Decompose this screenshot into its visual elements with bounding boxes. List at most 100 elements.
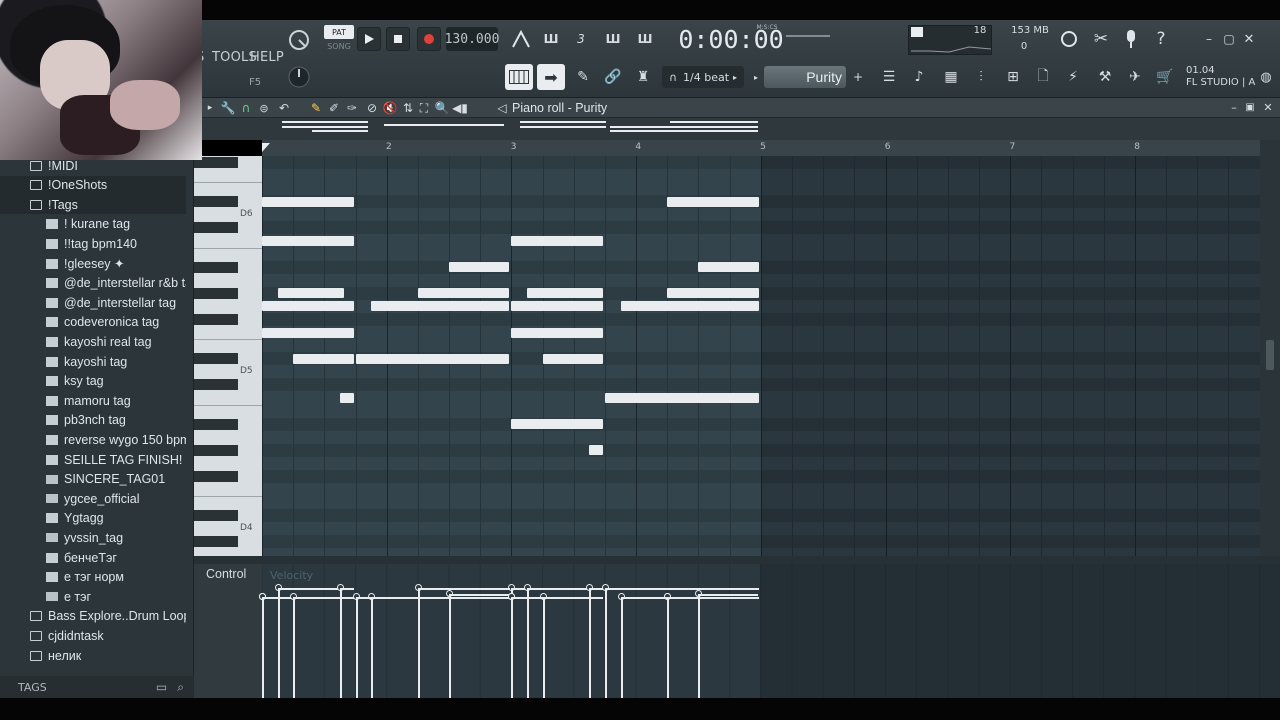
paint-drums-tool-icon[interactable]: ✑	[344, 100, 360, 116]
window-minimize-icon[interactable]: –	[1226, 98, 1242, 116]
browser-file[interactable]: kayoshi real tag	[0, 332, 186, 351]
velocity-bar[interactable]	[589, 588, 591, 698]
play-button[interactable]	[357, 27, 381, 51]
piano-keyboard[interactable]: D6 D5 D4	[194, 156, 262, 556]
browser-file[interactable]: !gleesey ✦	[0, 254, 186, 273]
pattern-list-icon[interactable]: ⊜	[256, 100, 272, 116]
horizontal-scrollbar[interactable]	[194, 556, 1280, 564]
slip-tool-icon[interactable]: ⇅	[400, 100, 416, 116]
browser-file[interactable]: ! kurane tag	[0, 215, 186, 234]
midi-note[interactable]	[620, 301, 759, 312]
velocity-bar[interactable]	[278, 588, 280, 698]
velocity-bar[interactable]	[698, 594, 700, 698]
browser-file[interactable]: @de_interstellar tag	[0, 293, 186, 312]
pat-toggle[interactable]: PAT	[324, 25, 354, 39]
plugin-icon[interactable]: ⚡	[1060, 64, 1086, 90]
browser-file[interactable]: yvssin_tag	[0, 528, 186, 547]
master-volume-knob[interactable]	[286, 27, 312, 53]
black-key[interactable]	[194, 379, 238, 391]
stop-button[interactable]	[386, 27, 410, 51]
minimize-icon[interactable]: –	[1200, 30, 1218, 48]
midi-note[interactable]	[277, 288, 345, 299]
project-info-icon[interactable]: 🗋	[1030, 64, 1056, 90]
velocity-bar[interactable]	[340, 588, 342, 698]
browser-file[interactable]: pb3nch tag	[0, 411, 186, 430]
midi-note[interactable]	[698, 262, 759, 273]
browser-file[interactable]: codeveronica tag	[0, 313, 186, 332]
browser-folder[interactable]: нелик	[0, 646, 186, 665]
shop-cart-icon[interactable]: 🛒	[1152, 64, 1178, 90]
record-button[interactable]	[417, 27, 441, 51]
typing-keyboard-button[interactable]: ➡	[537, 64, 565, 90]
undo-icon[interactable]: ↶	[276, 100, 292, 116]
mixer-icon[interactable]: ⫶	[968, 64, 994, 90]
paint-tool-icon[interactable]: ✐	[326, 100, 342, 116]
black-key[interactable]	[194, 196, 238, 208]
browser-file[interactable]: бенчеТэг	[0, 548, 186, 567]
wait-input-icon[interactable]: Ш	[538, 27, 564, 51]
globe-icon[interactable]: ◍	[1256, 66, 1276, 88]
note-grid[interactable]	[262, 156, 1260, 556]
help-icon[interactable]: ?	[1148, 26, 1174, 52]
browser-file[interactable]: ygcee_official	[0, 489, 186, 508]
velocity-bar[interactable]	[371, 597, 373, 698]
velocity-bar[interactable]	[262, 597, 264, 698]
velocity-bar[interactable]	[356, 597, 358, 698]
black-key[interactable]	[194, 287, 238, 299]
close-icon[interactable]: ✕	[1240, 30, 1258, 48]
playback-tool-icon[interactable]: ◀▮	[452, 100, 468, 116]
midi-note[interactable]	[371, 301, 510, 312]
velocity-bar[interactable]	[543, 597, 545, 698]
black-key[interactable]	[194, 261, 238, 273]
black-key[interactable]	[194, 353, 238, 365]
black-key[interactable]	[194, 536, 238, 548]
velocity-bar[interactable]	[527, 588, 529, 698]
scissors-icon[interactable]: ✂	[1088, 26, 1114, 52]
blend-notes-icon[interactable]: Ш	[600, 27, 626, 51]
velocity-bar[interactable]	[605, 588, 607, 698]
browser-file[interactable]: ksy tag	[0, 372, 186, 391]
velocity-bar[interactable]	[293, 597, 295, 698]
countdown-icon[interactable]: 3	[568, 27, 594, 51]
timeline-ruler[interactable]: 2 3 4 5 6 7 8	[262, 140, 1260, 156]
delete-tool-icon[interactable]: ⊘	[364, 100, 380, 116]
metronome-icon[interactable]	[508, 27, 534, 51]
midi-note[interactable]	[667, 196, 759, 207]
velocity-bar[interactable]	[621, 597, 623, 698]
microphone-icon[interactable]	[1118, 26, 1144, 52]
midi-note[interactable]	[589, 445, 603, 456]
midi-note[interactable]	[604, 392, 759, 403]
black-key[interactable]	[194, 510, 238, 522]
snap-selector[interactable]: ∩ 1/4 beat ▸	[662, 66, 744, 88]
zoom-tool-icon[interactable]: 🔍	[434, 100, 450, 116]
black-key[interactable]	[194, 418, 238, 430]
velocity-bar[interactable]	[418, 588, 420, 698]
browser-folder[interactable]: !OneShots	[0, 175, 186, 195]
midi-note[interactable]	[262, 301, 354, 312]
midi-note[interactable]	[262, 327, 354, 338]
midi-note[interactable]	[542, 353, 603, 364]
online-refresh-icon[interactable]	[1056, 26, 1082, 52]
midi-note[interactable]	[262, 196, 354, 207]
search-icon[interactable]: ⌕	[177, 680, 184, 695]
black-key[interactable]	[194, 313, 238, 326]
piano-roll-icon[interactable]: ♪	[906, 64, 932, 90]
piano-roll-view-button[interactable]	[505, 64, 533, 90]
browser-file[interactable]: е тэг норм	[0, 568, 186, 587]
scroll-thumb[interactable]	[1266, 340, 1274, 370]
midi-note[interactable]	[355, 353, 510, 364]
browser-file[interactable]: reverse wygo 150 bpm	[0, 430, 186, 449]
master-pitch-slider[interactable]	[786, 32, 830, 40]
midi-note[interactable]	[511, 235, 603, 246]
playhead-marker-icon[interactable]	[262, 143, 272, 153]
control-label[interactable]: Control	[206, 567, 246, 581]
mute-tool-icon[interactable]: 🔇	[382, 100, 398, 116]
slice-tool-icon[interactable]: ⛶	[416, 100, 432, 116]
browser-file[interactable]: mamoru tag	[0, 391, 186, 410]
news-panel[interactable]: 01.04 FL STUDIO | AR...	[1186, 64, 1256, 90]
folder-icon[interactable]: ▭	[156, 680, 167, 694]
browser-file[interactable]: kayoshi tag	[0, 352, 186, 371]
snap-magnet-icon[interactable]: ∩	[238, 100, 254, 116]
browser-file[interactable]: Ygtagg	[0, 509, 186, 528]
browser-file[interactable]: е тэг	[0, 587, 186, 606]
